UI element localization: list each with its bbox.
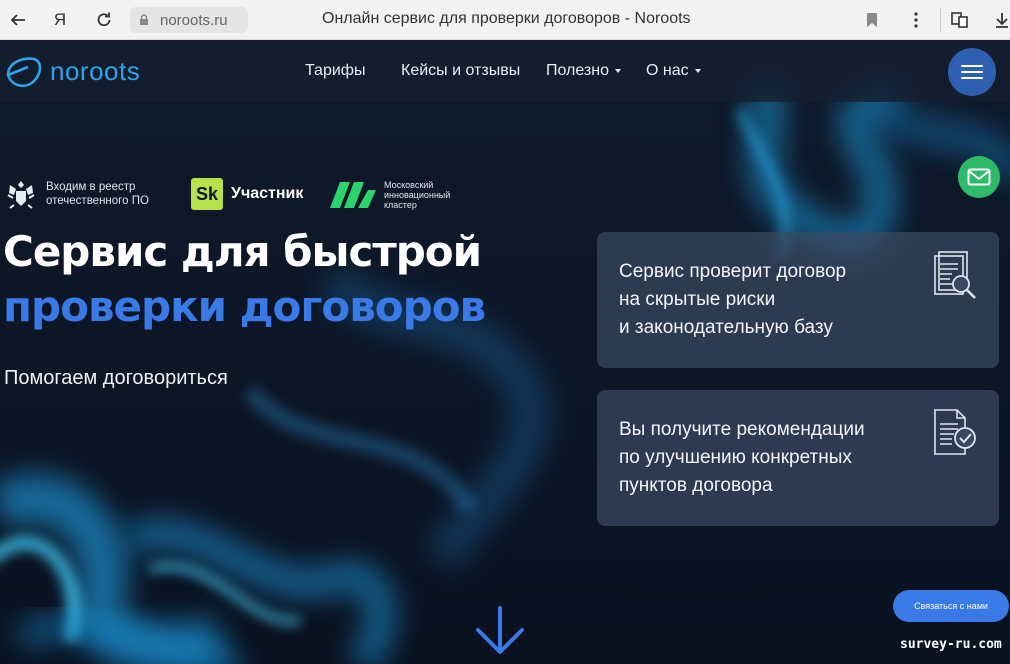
skolkovo-label: Участник [231,185,304,202]
chevron-down-icon [615,68,621,73]
tab-title: Онлайн сервис для проверки договоров - N… [322,10,691,27]
nav-useful[interactable]: Полезно [546,62,621,80]
lock-icon [140,14,148,25]
nav-about-label: О нас [646,62,689,79]
yandex-button[interactable]: Я [46,6,74,34]
nav-tariffs[interactable]: Тарифы [305,62,365,80]
contact-us-button[interactable]: Связаться с нами [893,590,1009,622]
reload-icon [97,12,111,27]
card-text: Сервис проверит договор на скрытые риски… [619,258,846,342]
mik-line3: кластер [384,200,417,210]
toolbar-divider [940,8,941,32]
mail-icon [967,168,991,186]
card-line: Вы получите рекомендации [619,419,865,440]
hero-title-line1: Сервис для быстрой [3,227,482,276]
skolkovo-logo: Sk [191,178,223,210]
mik-line1: Московский [384,180,434,190]
hamburger-line [961,65,983,67]
back-button[interactable] [4,6,32,34]
card-line: пунктов договора [619,475,773,496]
coat-of-arms-icon [7,181,35,209]
chevron-down-icon [694,68,701,73]
url-text: noroots.ru [160,11,228,29]
card-line: по улучшению конкретных [619,447,852,468]
extensions-icon [951,12,968,28]
hamburger-menu-button[interactable] [948,48,996,96]
badge-moscow-innovation-cluster: Московский инновационный кластер [328,180,450,210]
hero-subtitle: Помогаем договориться [4,367,228,389]
download-icon [996,13,1008,28]
back-arrow-icon [10,14,25,26]
watermark: survey-ru.com [900,637,1002,652]
card-line: Сервис проверит договор [619,261,847,282]
site-logo[interactable]: noroots [4,53,140,89]
hero-title-line2: проверки договоров [3,282,486,331]
logo-text: noroots [50,55,141,86]
reload-button[interactable] [90,6,118,34]
hamburger-line [961,77,983,79]
document-check-icon [934,409,976,455]
downloads-button[interactable] [988,6,1010,34]
card-text: Вы получите рекомендации по улучшению ко… [619,416,865,500]
mik-line2: инновационный [384,190,451,200]
yandex-icon: Я [53,10,67,29]
extensions-button[interactable] [946,6,974,34]
scroll-down-arrow-icon[interactable] [474,606,526,656]
nav-useful-label: Полезно [546,62,609,79]
badge-software-registry: Входим в реестр отечественного ПО [4,177,149,211]
mik-logo-icon [330,182,376,208]
registry-line2: отечественного ПО [46,195,149,207]
more-vertical-icon [914,12,918,28]
registry-line1: Входим в реестр [46,181,136,193]
menu-button[interactable] [902,6,930,34]
noroots-logo-icon [6,57,42,88]
card-line: на скрытые риски [619,289,776,310]
hamburger-line [961,71,983,73]
address-bar[interactable]: noroots.ru [130,7,248,33]
website: noroots Тарифы Кейсы и отзывы Полезно О … [0,40,1010,664]
bookmark-icon [867,13,877,27]
site-header: noroots Тарифы Кейсы и отзывы Полезно О … [0,40,1010,102]
badge-skolkovo: Sk Участник [191,178,303,210]
bookmark-button[interactable] [858,6,886,34]
card-line: и законодательную базу [619,317,833,338]
document-search-icon [934,251,976,299]
feature-card-risks: Сервис проверит договор на скрытые риски… [597,232,999,368]
feature-card-recommendations: Вы получите рекомендации по улучшению ко… [597,390,999,526]
browser-toolbar: Я noroots.ru Онлайн сервис для проверки … [0,0,1010,40]
nav-cases-reviews[interactable]: Кейсы и отзывы [401,62,520,80]
nav-about[interactable]: О нас [646,62,701,80]
mail-button[interactable] [958,156,1000,198]
